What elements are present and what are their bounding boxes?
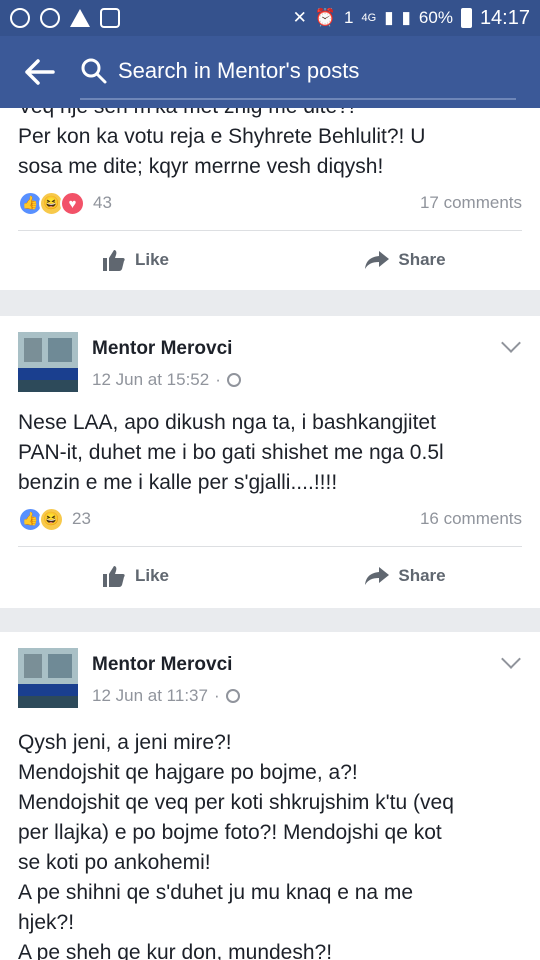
share-arrow-icon (365, 251, 390, 269)
comments-link[interactable]: 17 comments (420, 193, 522, 213)
share-arrow-icon (365, 567, 390, 585)
post-text-line: A pe shihni qe s'duhet ju mu knaq e na m… (18, 881, 414, 904)
post-text-line: benzin e me i kalle per s'gjalli....!!!! (18, 471, 338, 494)
post-actions: Like Share (0, 231, 540, 289)
post-text-line: Per kon ka votu reja e Shyhrete Behlulit… (18, 125, 426, 148)
mute-icon: ✕ (292, 8, 307, 27)
like-label: Like (134, 250, 170, 269)
alarm-icon: ⏰ (314, 8, 337, 27)
post-header: Mentor Merovci 12 Jun at 15:52 · (0, 316, 540, 400)
share-button[interactable]: Share (270, 563, 540, 589)
like-button[interactable]: Like (0, 563, 270, 589)
share-label: Share (398, 566, 446, 585)
avatar[interactable] (18, 648, 78, 708)
post-card: Mentor Merovci 12 Jun at 11:37 · Qysh je… (0, 632, 540, 960)
separator-dot: · (215, 370, 221, 389)
post-text: Veq nje sen m'ka met zhig me dite?! Per … (0, 108, 540, 182)
back-button[interactable] (0, 59, 80, 85)
timestamp: 12 Jun at 15:52 (92, 370, 210, 389)
separator-dot: · (213, 686, 220, 705)
facebook-notification-icon (40, 8, 60, 28)
post-text-line: PAN-it, duhet me i bo gati shishet me ng… (18, 441, 444, 464)
sim-indicator: 1 (344, 8, 354, 27)
reactions-row[interactable]: 👍 😆 ♥ 43 17 comments (0, 186, 540, 220)
post-time[interactable]: 12 Jun at 11:37 · (92, 686, 240, 706)
thumbs-up-icon (102, 250, 125, 271)
post-text: Nese LAA, apo dikush nga ta, i bashkangj… (0, 400, 540, 498)
post-text-line: Mendojshit qe hajgare po bojme, a?! (18, 761, 358, 784)
post-header: Mentor Merovci 12 Jun at 11:37 · (0, 632, 540, 716)
post-text-line: Veq nje sen m'ka met zhig me dite?! (18, 108, 522, 122)
post-text-line: hjek?! (18, 911, 75, 934)
like-label: Like (134, 566, 170, 585)
author-name[interactable]: Mentor Merovci (92, 654, 240, 676)
post-card: Mentor Merovci 12 Jun at 15:52 · Nese LA… (0, 316, 540, 608)
warning-icon (70, 9, 90, 27)
post-text-line: se koti po ankohemi! (18, 851, 211, 874)
battery-icon (460, 8, 472, 28)
chevron-down-icon[interactable] (501, 649, 521, 669)
haha-reaction-icon: 😆 (39, 506, 64, 532)
post-time[interactable]: 12 Jun at 15:52 · (92, 370, 241, 390)
search-input[interactable]: Search in Mentor's posts (118, 58, 359, 84)
status-bar: ✕ ⏰ 1 4G ▮ ▮ 60% 14:17 (0, 0, 540, 36)
post-text-line: per llajka) e po bojme foto?! Mendojshi … (18, 821, 442, 844)
network-type: 4G (361, 12, 377, 24)
avatar[interactable] (18, 332, 78, 392)
instagram-icon (10, 8, 30, 28)
reaction-count: 23 (72, 509, 91, 528)
globe-icon (226, 373, 241, 387)
signal-icon-2: ▮ (401, 8, 411, 27)
share-button[interactable]: Share (270, 247, 540, 273)
like-button[interactable]: Like (0, 247, 270, 273)
author-name[interactable]: Mentor Merovci (92, 338, 241, 360)
post-actions: Like Share (0, 547, 540, 605)
back-arrow-icon (25, 59, 55, 85)
timestamp: 12 Jun at 11:37 (92, 686, 208, 705)
love-reaction-icon: ♥ (60, 190, 85, 216)
save-icon (100, 8, 120, 28)
share-label: Share (398, 250, 446, 269)
post-text-line: Nese LAA, apo dikush nga ta, i bashkangj… (18, 411, 436, 434)
top-bar: Search in Mentor's posts (0, 36, 540, 108)
comments-link[interactable]: 16 comments (420, 509, 522, 529)
thumbs-up-icon (102, 566, 125, 587)
post-text-line: Mendojshit qe veq per koti shkrujshim k'… (18, 791, 454, 814)
globe-icon (225, 689, 240, 703)
signal-icon: ▮ (384, 8, 394, 27)
post-feed: Veq nje sen m'ka met zhig me dite?! Per … (0, 108, 540, 960)
post-text: Qysh jeni, a jeni mire?! Mendojshit qe h… (0, 716, 540, 960)
reactions-row[interactable]: 👍 😆 23 16 comments (0, 502, 540, 536)
battery-percent: 60% (418, 8, 453, 27)
post-text-line: A pe sheh qe kur don, mundesh?! (18, 941, 333, 960)
reaction-count: 43 (93, 193, 112, 212)
clock: 14:17 (479, 6, 530, 29)
search-bar[interactable]: Search in Mentor's posts (80, 44, 516, 100)
post-text-line: Qysh jeni, a jeni mire?! (18, 731, 232, 754)
post-card: Veq nje sen m'ka met zhig me dite?! Per … (0, 108, 540, 290)
search-icon (81, 58, 107, 84)
post-text-line: sosa me dite; kqyr merrne vesh diqysh! (18, 155, 384, 178)
chevron-down-icon[interactable] (501, 333, 521, 353)
